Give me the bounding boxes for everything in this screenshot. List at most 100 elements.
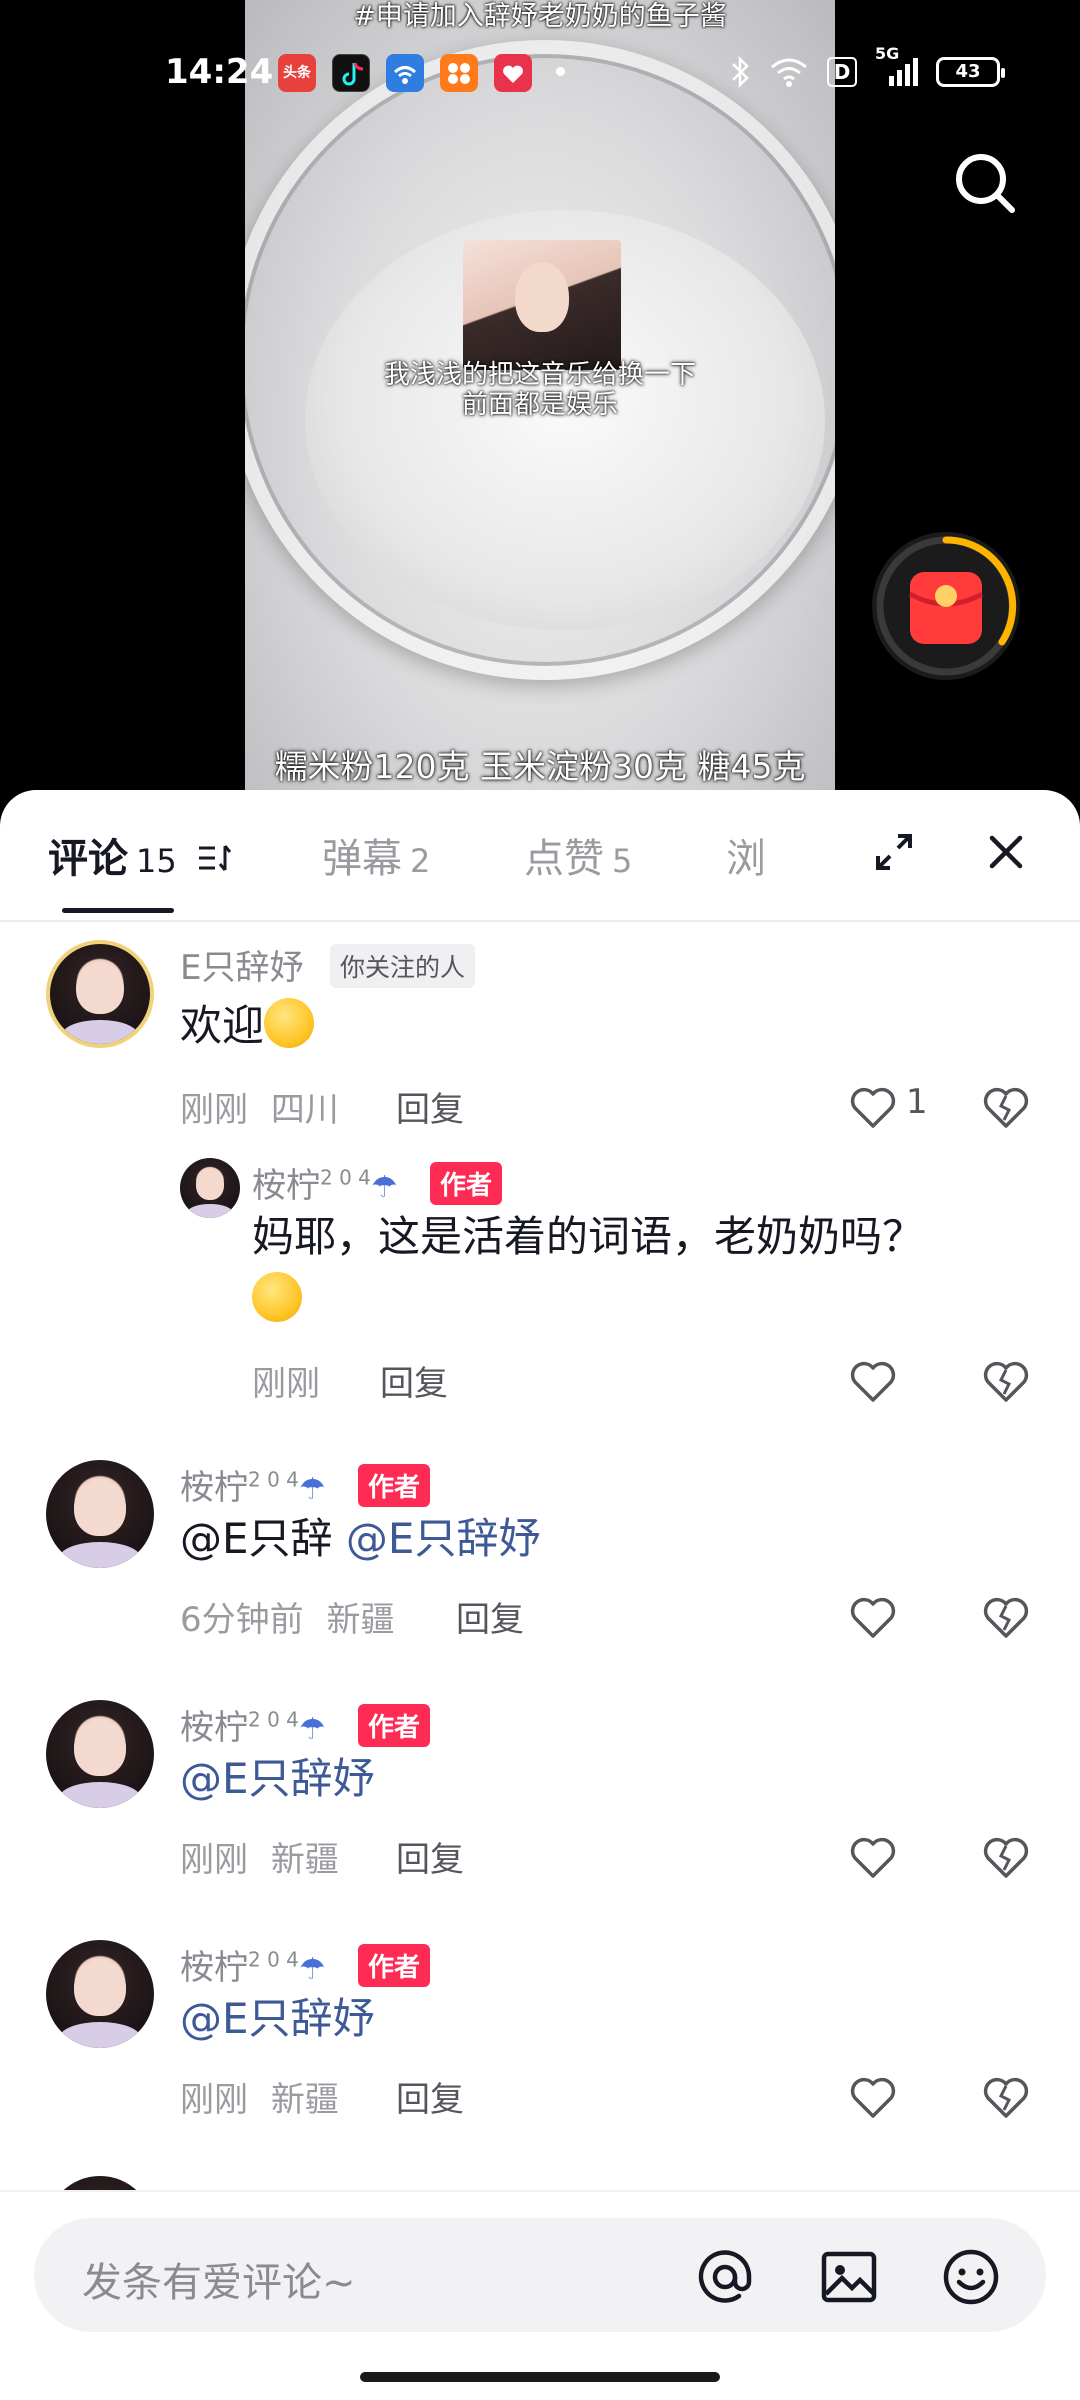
search-icon bbox=[956, 154, 1015, 213]
avatar[interactable] bbox=[180, 1158, 240, 1218]
image-icon[interactable] bbox=[818, 2246, 880, 2308]
signal-icon: 5G bbox=[875, 44, 918, 86]
comment-item: 桉柠2 0 4☂ 作者 @E只辞妤 刚刚 新疆 回复 bbox=[0, 1700, 1080, 1900]
video-player[interactable]: #申请加入辞妤老奶奶的鱼子酱 我浅浅的把这音乐给换一下 前面都是娱乐 糯米粉12… bbox=[0, 0, 1080, 800]
dislike-heart-icon[interactable] bbox=[980, 1834, 1032, 1880]
comment-time: 6分钟前 bbox=[180, 1600, 304, 1640]
red-packet-button[interactable] bbox=[872, 532, 1020, 680]
author-name-text: 桉柠 bbox=[180, 1948, 248, 1988]
flushed-emoji-icon bbox=[252, 1272, 302, 1322]
tab-overflow-fade bbox=[760, 810, 820, 910]
comment-text: @E只辞妤 bbox=[180, 1992, 375, 2046]
reply-button[interactable]: 回复 bbox=[456, 1592, 524, 1641]
expand-button[interactable] bbox=[870, 828, 918, 876]
sticker-line-2: 前面都是娱乐 bbox=[461, 390, 618, 420]
expand-icon bbox=[876, 834, 912, 870]
tab-danmaku-label: 弹幕 bbox=[322, 836, 402, 882]
comment-author-name[interactable]: 桉柠2 0 4☂ bbox=[180, 1460, 326, 1509]
video-recipe-caption: 糯米粉120克 玉米淀粉30克 糖45克 bbox=[274, 747, 806, 786]
comment-meta: 刚刚 四川 bbox=[180, 1082, 339, 1131]
avatar[interactable] bbox=[46, 940, 154, 1048]
comment-input[interactable]: 发条有爱评论~ bbox=[34, 2218, 1046, 2332]
comment-item: 桉柠2 0 4☂ 作者 @E只辞 @E只辞妤 6分钟前 新疆 回复 bbox=[0, 1460, 1080, 1660]
umbrella-icon: ☂ bbox=[370, 1170, 398, 1205]
avatar[interactable] bbox=[46, 1460, 154, 1568]
close-icon bbox=[989, 835, 1023, 869]
comment-input-placeholder: 发条有爱评论~ bbox=[82, 2260, 356, 2306]
comment-author-name[interactable]: 桉柠2 0 4☂ bbox=[180, 1940, 326, 1989]
comment-panel: 评论 15 弹幕 2 点赞 5 浏 E只辞妤 你关注的人 欢迎 刚刚 四川 回复… bbox=[0, 790, 1080, 2400]
like-heart-icon[interactable] bbox=[848, 2074, 898, 2120]
like-heart-icon[interactable] bbox=[848, 1834, 898, 1880]
close-button[interactable] bbox=[982, 828, 1030, 876]
dislike-heart-icon[interactable] bbox=[980, 1358, 1032, 1404]
comment-time: 刚刚 bbox=[180, 2080, 248, 2120]
mention-link[interactable]: @E只辞妤 bbox=[180, 1994, 375, 2043]
author-name-text: 桉柠 bbox=[252, 1166, 320, 1206]
umbrella-icon: ☂ bbox=[298, 1952, 326, 1987]
video-sticker-text: 我浅浅的把这音乐给换一下 前面都是娱乐 bbox=[245, 360, 835, 420]
video-sticker-image bbox=[463, 240, 621, 370]
comment-meta: 刚刚 新疆 bbox=[180, 2072, 339, 2121]
wifi-tool-app-icon bbox=[386, 54, 424, 92]
reply-button[interactable]: 回复 bbox=[380, 1356, 448, 1405]
status-time: 14:24 bbox=[165, 52, 274, 92]
comment-item: 桉柠2 0 4☂ 作者 @E只辞妤 刚刚 新疆 回复 bbox=[0, 1940, 1080, 2140]
tab-likes[interactable]: 点赞 5 bbox=[524, 826, 632, 884]
emoji-icon[interactable] bbox=[940, 2246, 1002, 2308]
status-right-icons: D 5G 43 bbox=[729, 44, 1005, 92]
comment-input-bar: 发条有爱评论~ bbox=[0, 2190, 1080, 2400]
reply-button[interactable]: 回复 bbox=[396, 1082, 464, 1131]
hd-icon: D bbox=[827, 57, 857, 87]
author-name-superscript: 2 0 4 bbox=[248, 1707, 299, 1732]
douyin-app-icon bbox=[332, 54, 370, 92]
author-badge: 作者 bbox=[358, 1464, 431, 1507]
dislike-heart-icon[interactable] bbox=[980, 1084, 1032, 1130]
like-heart-icon[interactable] bbox=[848, 1358, 898, 1404]
author-badge: 作者 bbox=[358, 1704, 431, 1747]
like-count: 1 bbox=[906, 1082, 928, 1122]
dislike-heart-icon[interactable] bbox=[980, 2074, 1032, 2120]
avatar[interactable] bbox=[46, 1700, 154, 1808]
avatar[interactable] bbox=[46, 1940, 154, 2048]
tab-comments-count: 15 bbox=[136, 842, 177, 880]
comment-author-name[interactable]: 桉柠2 0 4☂ bbox=[252, 1158, 398, 1207]
reply-button[interactable]: 回复 bbox=[396, 1832, 464, 1881]
wifi-icon bbox=[771, 58, 807, 87]
following-badge: 你关注的人 bbox=[330, 944, 476, 988]
search-button[interactable] bbox=[950, 148, 1020, 218]
like-heart-icon[interactable] bbox=[848, 1084, 898, 1130]
comment-meta: 刚刚 新疆 bbox=[180, 1832, 339, 1881]
dislike-heart-icon[interactable] bbox=[980, 1594, 1032, 1640]
smiling-emoji-icon bbox=[264, 998, 315, 1048]
tab-danmaku[interactable]: 弹幕 2 bbox=[322, 826, 430, 884]
tab-likes-count: 5 bbox=[612, 842, 633, 880]
mention-link[interactable]: @E只辞妤 bbox=[346, 1514, 541, 1563]
reply-button[interactable]: 回复 bbox=[396, 2072, 464, 2121]
comment-time: 刚刚 bbox=[252, 1364, 320, 1404]
sort-icon[interactable] bbox=[195, 840, 235, 876]
status-bar: 14:24 头条 D 5G 43 bbox=[0, 0, 1080, 140]
reply-item: 桉柠2 0 4☂ 作者 妈耶，这是活着的词语，老奶奶吗？ 刚刚 回复 bbox=[0, 1158, 1080, 1404]
comment-location: 新疆 bbox=[270, 1840, 339, 1880]
mention-link[interactable]: @E只辞妤 bbox=[180, 1754, 375, 1803]
comment-time: 刚刚 bbox=[180, 1840, 248, 1880]
bluetooth-icon bbox=[732, 55, 749, 89]
comment-text: @E只辞 @E只辞妤 bbox=[180, 1512, 540, 1566]
author-name-text: 桉柠 bbox=[180, 1468, 248, 1508]
home-indicator[interactable] bbox=[360, 2372, 720, 2382]
comment-text: @E只辞妤 bbox=[180, 1752, 375, 1806]
mention-icon[interactable] bbox=[694, 2246, 756, 2308]
comment-author-name[interactable]: 桉柠2 0 4☂ bbox=[180, 1700, 326, 1749]
sticker-line-1: 我浅浅的把这音乐给换一下 bbox=[383, 360, 696, 390]
comment-location: 四川 bbox=[270, 1090, 339, 1130]
author-badge: 作者 bbox=[430, 1162, 503, 1205]
red-packet-icon bbox=[908, 572, 984, 644]
tab-comments[interactable]: 评论 15 bbox=[48, 826, 235, 884]
author-name-superscript: 2 0 4 bbox=[320, 1165, 371, 1190]
comment-author-name[interactable]: E只辞妤 bbox=[180, 940, 303, 989]
comment-text-content: @E只辞 bbox=[180, 1514, 333, 1563]
battery-icon: 43 bbox=[936, 57, 1005, 87]
author-name-superscript: 2 0 4 bbox=[248, 1947, 299, 1972]
like-heart-icon[interactable] bbox=[848, 1594, 898, 1640]
